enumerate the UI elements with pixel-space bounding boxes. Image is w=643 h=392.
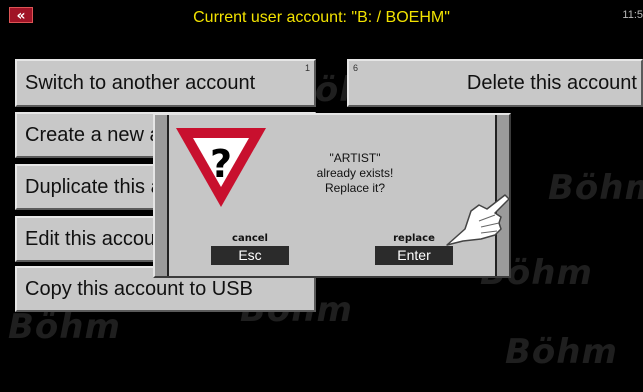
- pointing-hand-icon: [446, 194, 510, 246]
- dialog-divider: [167, 115, 169, 276]
- boehm-logo-watermark: Böhm: [548, 168, 643, 208]
- button-label: Edit this account: [25, 228, 172, 250]
- enter-button[interactable]: Enter: [375, 246, 453, 265]
- dialog-message: "ARTIST" already exists! Replace it?: [273, 151, 437, 196]
- button-number: 1: [304, 63, 310, 73]
- button-number: 6: [353, 63, 359, 73]
- message-line: "ARTIST": [329, 151, 381, 165]
- delete-account-button[interactable]: Delete this account 6: [347, 59, 643, 107]
- replace-dialog: ? "ARTIST" already exists! Replace it? c…: [153, 113, 511, 278]
- switch-account-button[interactable]: Switch to another account 1: [15, 59, 316, 107]
- replace-caption: replace: [393, 233, 435, 244]
- dialog-side-bar: [155, 115, 167, 276]
- warning-question-icon: ?: [176, 128, 266, 207]
- boehm-logo-watermark: Böhm: [8, 307, 121, 347]
- esc-button[interactable]: Esc: [211, 246, 289, 265]
- boehm-logo-watermark: Böhm: [505, 332, 618, 372]
- replace-softkey: replace Enter: [375, 233, 453, 265]
- cancel-softkey: cancel Esc: [211, 233, 289, 265]
- top-bar: « Current user account: "B: / BOEHM" 11:…: [0, 0, 643, 33]
- button-label: Switch to another account: [25, 72, 256, 94]
- page-title: Current user account: "B: / BOEHM": [193, 9, 450, 26]
- button-label: Delete this account: [466, 72, 637, 94]
- clock: 11:5: [622, 9, 643, 21]
- message-line: Replace it?: [324, 181, 386, 195]
- cancel-caption: cancel: [232, 233, 268, 244]
- message-line: already exists!: [316, 166, 394, 180]
- svg-text:?: ?: [210, 142, 232, 186]
